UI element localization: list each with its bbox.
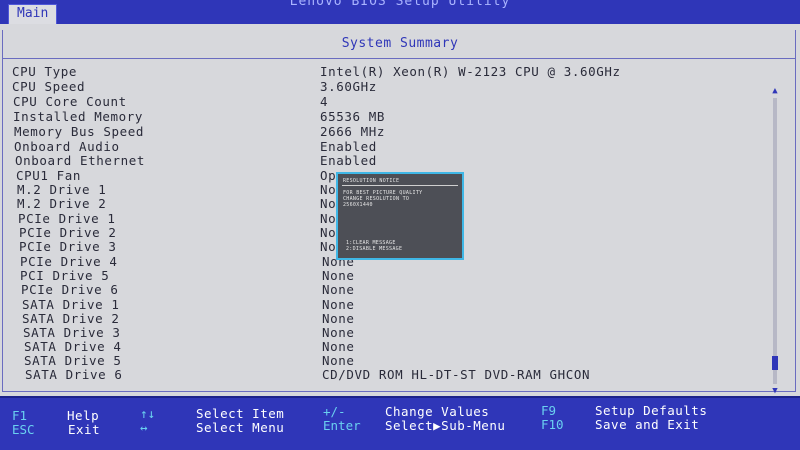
setup-defaults-label: Setup Defaults bbox=[595, 403, 708, 418]
up-down-arrows-icon: ↑↓ bbox=[140, 406, 156, 421]
dialog-line: 2560X1440 bbox=[343, 202, 373, 208]
summary-row-sata-drive-2: SATA Drive 2 None bbox=[0, 311, 780, 326]
save-and-exit-label: Save and Exit bbox=[595, 417, 700, 432]
select-menu-label: Select Menu bbox=[196, 420, 285, 435]
row-label: PCIe Drive 4 bbox=[20, 254, 118, 269]
select-submenu-label: Select▶Sub-Menu bbox=[385, 418, 506, 433]
summary-row-sata-drive-4: SATA Drive 4 None bbox=[0, 339, 780, 354]
summary-row-installed-memory: Installed Memory 65536 MB bbox=[0, 109, 780, 124]
summary-row-pcie-drive-6: PCIe Drive 6 None bbox=[0, 282, 780, 297]
row-value: None bbox=[322, 339, 355, 354]
row-label: SATA Drive 3 bbox=[23, 325, 121, 340]
help-bar: F1 Help ESC Exit ↑↓ Select Item ↔ Select… bbox=[0, 396, 800, 450]
summary-row-onboard-audio: Onboard Audio Enabled bbox=[0, 139, 780, 154]
scroll-track[interactable] bbox=[773, 98, 777, 384]
summary-row-sata-drive-1: SATA Drive 1 None bbox=[0, 297, 780, 312]
row-value: 3.60GHz bbox=[320, 79, 377, 94]
row-value: No bbox=[320, 196, 337, 211]
row-value: No bbox=[320, 239, 337, 254]
row-label: SATA Drive 5 bbox=[24, 353, 122, 368]
exit-label: Exit bbox=[68, 422, 101, 437]
row-value: 4 bbox=[320, 94, 329, 109]
summary-row-onboard-ethernet: Onboard Ethernet Enabled bbox=[0, 153, 780, 168]
row-value: No bbox=[320, 211, 337, 226]
enter-key: Enter bbox=[323, 418, 361, 433]
row-label: Onboard Ethernet bbox=[15, 153, 146, 168]
row-label: M.2 Drive 1 bbox=[17, 182, 107, 197]
f1-key: F1 bbox=[12, 408, 28, 423]
row-label: Memory Bus Speed bbox=[14, 124, 145, 139]
dialog-divider bbox=[342, 185, 458, 186]
row-value: Op bbox=[320, 168, 337, 183]
scrollbar[interactable]: ▲ ▼ bbox=[769, 86, 781, 396]
row-label: PCIe Drive 3 bbox=[19, 239, 117, 254]
row-value: Enabled bbox=[320, 139, 377, 154]
row-label: CPU Type bbox=[12, 64, 78, 79]
row-label: SATA Drive 6 bbox=[25, 367, 123, 382]
row-label: CPU Speed bbox=[12, 79, 86, 94]
row-value: None bbox=[322, 297, 355, 312]
row-label: Installed Memory bbox=[13, 109, 144, 124]
row-value: None bbox=[322, 353, 355, 368]
summary-row-sata-drive-6: SATA Drive 6 CD/DVD ROM HL-DT-ST DVD-RAM… bbox=[0, 367, 780, 382]
row-value: No bbox=[320, 182, 337, 197]
tab-main[interactable]: Main bbox=[8, 4, 58, 25]
footer-divider bbox=[0, 396, 800, 398]
dialog-message: FOR BEST PICTURE QUALITY CHANGE RESOLUTI… bbox=[343, 190, 422, 208]
row-label: Onboard Audio bbox=[14, 139, 120, 154]
summary-row-sata-drive-5: SATA Drive 5 None bbox=[0, 353, 780, 368]
row-value: Intel(R) Xeon(R) W-2123 CPU @ 3.60GHz bbox=[320, 64, 621, 79]
row-label: PCIe Drive 6 bbox=[21, 282, 119, 297]
plus-minus-key: +/- bbox=[323, 404, 346, 419]
resolution-notice-dialog[interactable]: RESOLUTION NOTICE FOR BEST PICTURE QUALI… bbox=[336, 172, 464, 260]
left-right-arrows-icon: ↔ bbox=[140, 420, 148, 435]
change-values-label: Change Values bbox=[385, 404, 490, 419]
app-title: Lenovo BIOS Setup Utility bbox=[289, 0, 511, 9]
title-bar: Lenovo BIOS Setup Utility Main bbox=[0, 0, 800, 25]
row-label: SATA Drive 4 bbox=[24, 339, 122, 354]
summary-row-pci-drive-5: PCI Drive 5 None bbox=[0, 268, 780, 283]
summary-row-memory-bus-speed: Memory Bus Speed 2666 MHz bbox=[0, 124, 780, 139]
row-label: CPU Core Count bbox=[13, 94, 127, 109]
scroll-down-arrow-icon[interactable]: ▼ bbox=[769, 386, 781, 396]
select-item-label: Select Item bbox=[196, 406, 285, 421]
f9-key: F9 bbox=[541, 403, 557, 418]
help-label: Help bbox=[67, 408, 100, 423]
row-label: PCI Drive 5 bbox=[20, 268, 110, 283]
scroll-thumb[interactable] bbox=[772, 356, 778, 370]
disable-message-option[interactable]: 2:DISABLE MESSAGE bbox=[346, 246, 402, 252]
row-label: M.2 Drive 2 bbox=[17, 196, 107, 211]
esc-key: ESC bbox=[12, 422, 35, 437]
row-label: SATA Drive 1 bbox=[22, 297, 120, 312]
summary-row-cpu-core-count: CPU Core Count 4 bbox=[0, 94, 780, 109]
row-value: 2666 MHz bbox=[320, 124, 386, 139]
summary-row-cpu-speed: CPU Speed 3.60GHz bbox=[0, 79, 780, 94]
row-label: PCIe Drive 2 bbox=[19, 225, 117, 240]
row-value: None bbox=[322, 282, 355, 297]
f10-key: F10 bbox=[541, 417, 564, 432]
row-value: None bbox=[322, 325, 355, 340]
row-value: No bbox=[320, 225, 337, 240]
row-label: SATA Drive 2 bbox=[22, 311, 120, 326]
summary-row-sata-drive-3: SATA Drive 3 None bbox=[0, 325, 780, 340]
row-value: CD/DVD ROM HL-DT-ST DVD-RAM GHCON bbox=[322, 367, 591, 382]
dialog-title: RESOLUTION NOTICE bbox=[343, 178, 400, 184]
title-divider bbox=[3, 58, 795, 59]
section-title: System Summary bbox=[341, 36, 459, 51]
row-value: 65536 MB bbox=[320, 109, 386, 124]
row-value: None bbox=[322, 311, 355, 326]
row-value: Enabled bbox=[320, 153, 377, 168]
summary-row-cpu-type: CPU Type Intel(R) Xeon(R) W-2123 CPU @ 3… bbox=[0, 64, 780, 79]
scroll-up-arrow-icon[interactable]: ▲ bbox=[769, 86, 781, 96]
row-label: CPU1 Fan bbox=[16, 168, 82, 183]
row-value: None bbox=[322, 268, 355, 283]
row-label: PCIe Drive 1 bbox=[18, 211, 116, 226]
